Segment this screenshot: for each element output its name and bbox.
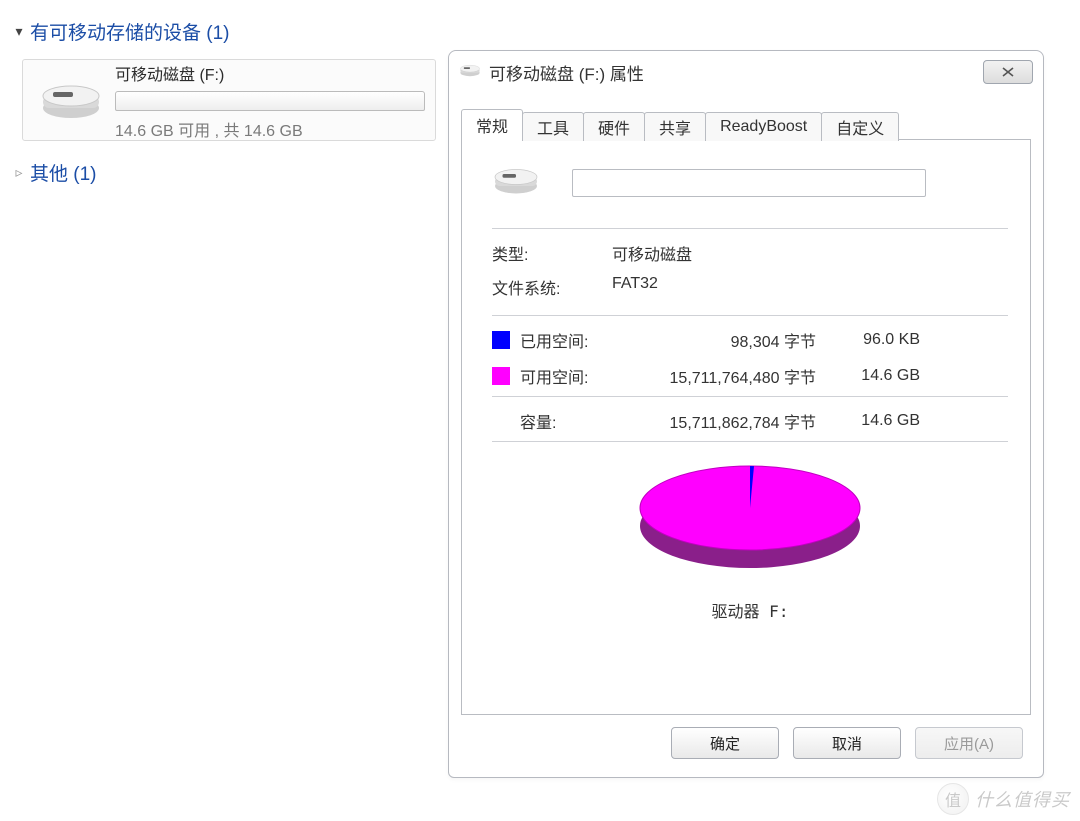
tab-sharing[interactable]: 共享 [644, 112, 706, 141]
tab-tools[interactable]: 工具 [522, 112, 584, 141]
capacity-bytes: 15,711,862,784 字节 [624, 409, 820, 433]
drive-icon [27, 64, 115, 136]
filesystem-value: FAT32 [612, 275, 1008, 299]
close-icon [1001, 67, 1015, 77]
type-value: 可移动磁盘 [612, 241, 1008, 265]
group-label: 其他 (1) [30, 159, 97, 186]
capacity-label: 容量: [520, 409, 624, 433]
watermark-icon: 值 [937, 783, 969, 815]
drive-tile-f[interactable]: 可移动磁盘 (F:) 14.6 GB 可用 , 共 14.6 GB [22, 59, 436, 141]
drive-icon-large [492, 163, 540, 202]
drive-subtitle: 14.6 GB 可用 , 共 14.6 GB [115, 117, 425, 141]
capacity-human: 14.6 GB [820, 412, 920, 430]
free-color-swatch [492, 367, 510, 385]
divider [492, 228, 1008, 229]
tab-strip: 常规 工具 硬件 共享 ReadyBoost 自定义 [461, 105, 1031, 140]
used-space-label: 已用空间: [520, 328, 624, 352]
dialog-title: 可移动磁盘 (F:) 属性 [489, 60, 644, 85]
collapse-arrow-icon: ▾ [8, 23, 30, 40]
group-header-removable-devices[interactable]: ▾ 有可移动存储的设备 (1) [8, 18, 1072, 45]
group-label: 有可移动存储的设备 (1) [30, 18, 230, 45]
tab-readyboost[interactable]: ReadyBoost [705, 112, 822, 141]
pie-caption: 驱动器 F: [712, 598, 789, 622]
drive-info: 可移动磁盘 (F:) 14.6 GB 可用 , 共 14.6 GB [115, 59, 425, 141]
expand-arrow-icon: ▹ [8, 164, 30, 181]
tab-hardware[interactable]: 硬件 [583, 112, 645, 141]
cancel-button[interactable]: 取消 [793, 727, 901, 759]
divider [492, 441, 1008, 442]
dialog-drive-icon [459, 62, 481, 82]
dialog-button-row: 确定 取消 应用(A) [671, 727, 1023, 759]
used-color-swatch [492, 331, 510, 349]
filesystem-label: 文件系统: [492, 275, 612, 299]
watermark: 值 什么值得买 [937, 783, 1070, 815]
dialog-titlebar: 可移动磁盘 (F:) 属性 [449, 51, 1043, 93]
tab-general[interactable]: 常规 [461, 109, 523, 140]
free-space-bytes: 15,711,764,480 字节 [624, 364, 820, 388]
drive-usage-bar [115, 91, 425, 111]
used-space-bytes: 98,304 字节 [624, 328, 820, 352]
type-label: 类型: [492, 241, 612, 265]
divider [492, 315, 1008, 316]
properties-dialog: 可移动磁盘 (F:) 属性 常规 工具 硬件 共享 ReadyBoost 自定义 [448, 50, 1044, 778]
free-space-label: 可用空间: [520, 364, 624, 388]
volume-label-input[interactable] [572, 169, 926, 197]
watermark-text: 什么值得买 [975, 786, 1070, 812]
tab-page-general: 类型: 可移动磁盘 文件系统: FAT32 已用空间: 98,304 字节 96… [461, 139, 1031, 715]
capacity-pie-chart [620, 454, 880, 584]
ok-button[interactable]: 确定 [671, 727, 779, 759]
used-space-human: 96.0 KB [820, 331, 920, 349]
close-button[interactable] [983, 60, 1033, 84]
apply-button[interactable]: 应用(A) [915, 727, 1023, 759]
drive-title: 可移动磁盘 (F:) [115, 61, 425, 85]
tab-custom[interactable]: 自定义 [821, 112, 899, 141]
free-space-human: 14.6 GB [820, 367, 920, 385]
divider [492, 396, 1008, 397]
